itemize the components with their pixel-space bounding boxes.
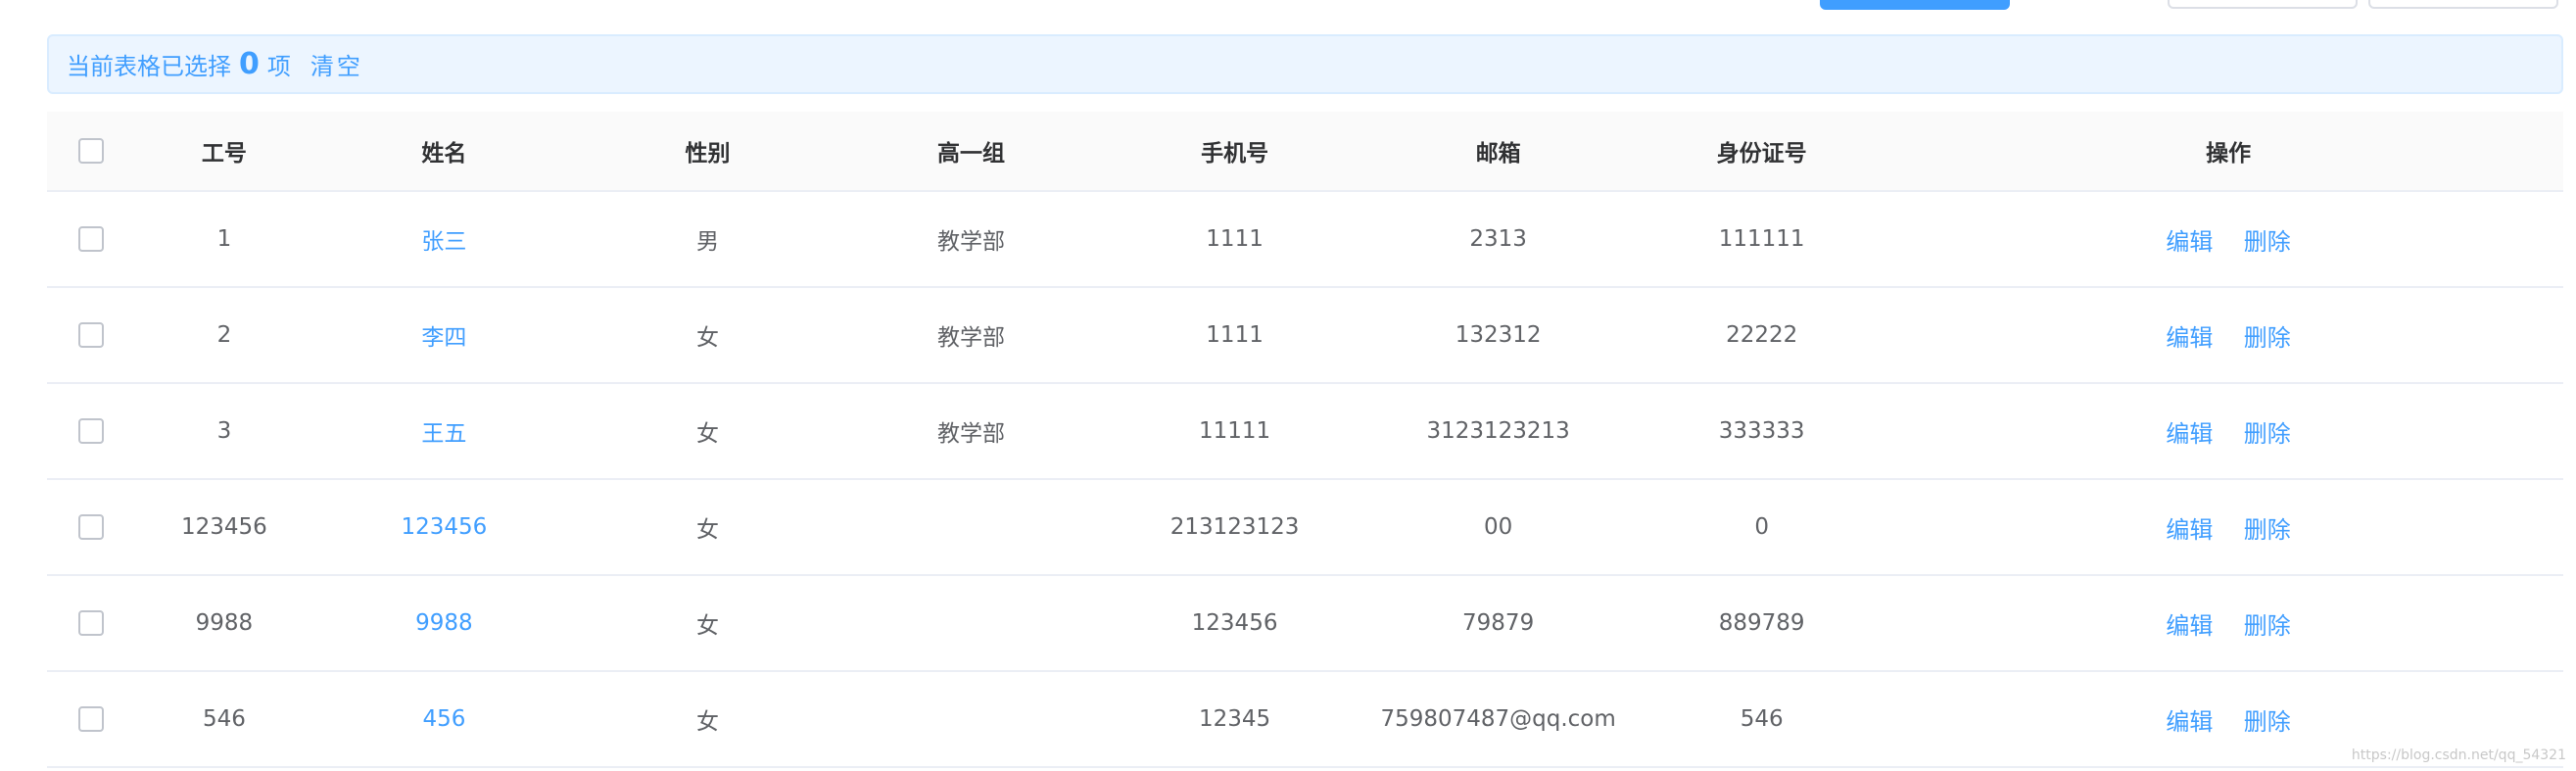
header-dept[interactable]: 高一组 <box>839 134 1103 168</box>
delete-button[interactable]: 删除 <box>2244 228 2291 256</box>
delete-button[interactable]: 删除 <box>2244 612 2291 640</box>
header-idcard[interactable]: 身份证号 <box>1630 134 1893 168</box>
row-checkbox[interactable] <box>78 418 105 444</box>
table-row: 123456 123456 女 213123123 00 0 编辑 删除 <box>47 480 2563 576</box>
cell-gender: 女 <box>695 517 719 543</box>
table-row: 3 王五 女 教学部 11111 3123123213 333333 编辑 删除 <box>47 384 2563 480</box>
cell-id: 9988 <box>195 610 254 636</box>
delete-button[interactable]: 删除 <box>2244 324 2291 352</box>
cell-email: 759807487@qq.com <box>1380 706 1616 732</box>
edit-button[interactable]: 编辑 <box>2166 324 2213 352</box>
select-all-checkbox[interactable] <box>78 138 105 164</box>
cell-id: 1 <box>216 226 232 252</box>
cell-dept: 教学部 <box>937 325 1006 351</box>
cell-id: 546 <box>202 706 246 732</box>
cell-name-link[interactable]: 李四 <box>421 325 466 351</box>
cell-idcard: 889789 <box>1718 610 1805 636</box>
selection-info-bar: 当前表格已选择 0 项 清空 <box>47 34 2563 94</box>
row-checkbox[interactable] <box>78 226 105 252</box>
delete-button[interactable]: 删除 <box>2244 708 2291 736</box>
cell-phone: 11111 <box>1198 418 1271 444</box>
row-checkbox[interactable] <box>78 322 105 348</box>
edit-button[interactable]: 编辑 <box>2166 228 2213 256</box>
cell-id: 2 <box>216 322 232 348</box>
cell-gender: 女 <box>695 421 719 447</box>
cell-gender: 女 <box>695 325 719 351</box>
header-email[interactable]: 邮箱 <box>1366 134 1630 168</box>
cell-id: 3 <box>216 418 232 444</box>
delete-button[interactable]: 删除 <box>2244 420 2291 448</box>
header-phone[interactable]: 手机号 <box>1103 134 1366 168</box>
cell-name-link[interactable]: 123456 <box>402 514 488 540</box>
cell-idcard: 546 <box>1740 706 1784 732</box>
cell-idcard: 0 <box>1754 514 1769 540</box>
cell-phone: 12345 <box>1198 706 1271 732</box>
table-row: 9988 9988 女 123456 79879 889789 编辑 删除 <box>47 576 2563 672</box>
selection-prefix: 当前表格已选择 <box>67 53 231 80</box>
cell-phone: 213123123 <box>1169 514 1300 540</box>
cell-idcard: 333333 <box>1718 418 1805 444</box>
selection-count: 0 <box>239 47 260 81</box>
cell-name-link[interactable]: 王五 <box>421 421 466 447</box>
cell-name-link[interactable]: 张三 <box>421 229 466 255</box>
watermark: https://blog.csdn.net/qq_54321 <box>2351 747 2566 763</box>
table-row: 546 456 女 12345 759807487@qq.com 546 编辑 … <box>47 672 2563 768</box>
cell-email: 00 <box>1483 514 1513 540</box>
cell-name-link[interactable]: 456 <box>422 706 465 732</box>
top-primary-button[interactable] <box>1820 0 2010 10</box>
edit-button[interactable]: 编辑 <box>2166 516 2213 544</box>
header-name[interactable]: 姓名 <box>312 134 576 168</box>
cell-phone: 1111 <box>1206 226 1264 252</box>
table-row: 1 张三 男 教学部 1111 2313 111111 编辑 删除 <box>47 192 2563 288</box>
cell-gender: 女 <box>695 709 719 735</box>
row-checkbox[interactable] <box>78 706 105 732</box>
clear-selection-link[interactable]: 清空 <box>310 47 363 81</box>
cell-email: 3123123213 <box>1426 418 1570 444</box>
employee-table: 工号 姓名 性别 高一组 手机号 邮箱 身份证号 操作 1 张三 男 教学部 1… <box>47 112 2563 768</box>
header-gender[interactable]: 性别 <box>576 134 839 168</box>
row-checkbox[interactable] <box>78 514 105 540</box>
edit-button[interactable]: 编辑 <box>2166 612 2213 640</box>
row-checkbox[interactable] <box>78 610 105 636</box>
cell-name-link[interactable]: 9988 <box>415 610 473 636</box>
header-id[interactable]: 工号 <box>136 134 312 168</box>
cell-email: 132312 <box>1455 322 1542 348</box>
selection-suffix: 项 <box>266 53 291 80</box>
table-row: 2 李四 女 教学部 1111 132312 22222 编辑 删除 <box>47 288 2563 384</box>
header-action: 操作 <box>2206 141 2252 167</box>
cell-idcard: 22222 <box>1726 322 1798 348</box>
cell-dept: 教学部 <box>937 229 1006 255</box>
cell-phone: 123456 <box>1191 610 1278 636</box>
cell-email: 2313 <box>1469 226 1527 252</box>
table-header: 工号 姓名 性别 高一组 手机号 邮箱 身份证号 操作 <box>47 112 2563 192</box>
delete-button[interactable]: 删除 <box>2244 516 2291 544</box>
cell-idcard: 111111 <box>1718 226 1805 252</box>
top-button-1[interactable] <box>2168 0 2358 9</box>
cell-dept: 教学部 <box>937 421 1006 447</box>
cell-gender: 女 <box>695 613 719 639</box>
top-button-2[interactable] <box>2368 0 2558 9</box>
cell-gender: 男 <box>695 229 719 255</box>
edit-button[interactable]: 编辑 <box>2166 420 2213 448</box>
cell-id: 123456 <box>181 514 267 540</box>
cell-email: 79879 <box>1462 610 1535 636</box>
edit-button[interactable]: 编辑 <box>2166 708 2213 736</box>
cell-phone: 1111 <box>1206 322 1264 348</box>
